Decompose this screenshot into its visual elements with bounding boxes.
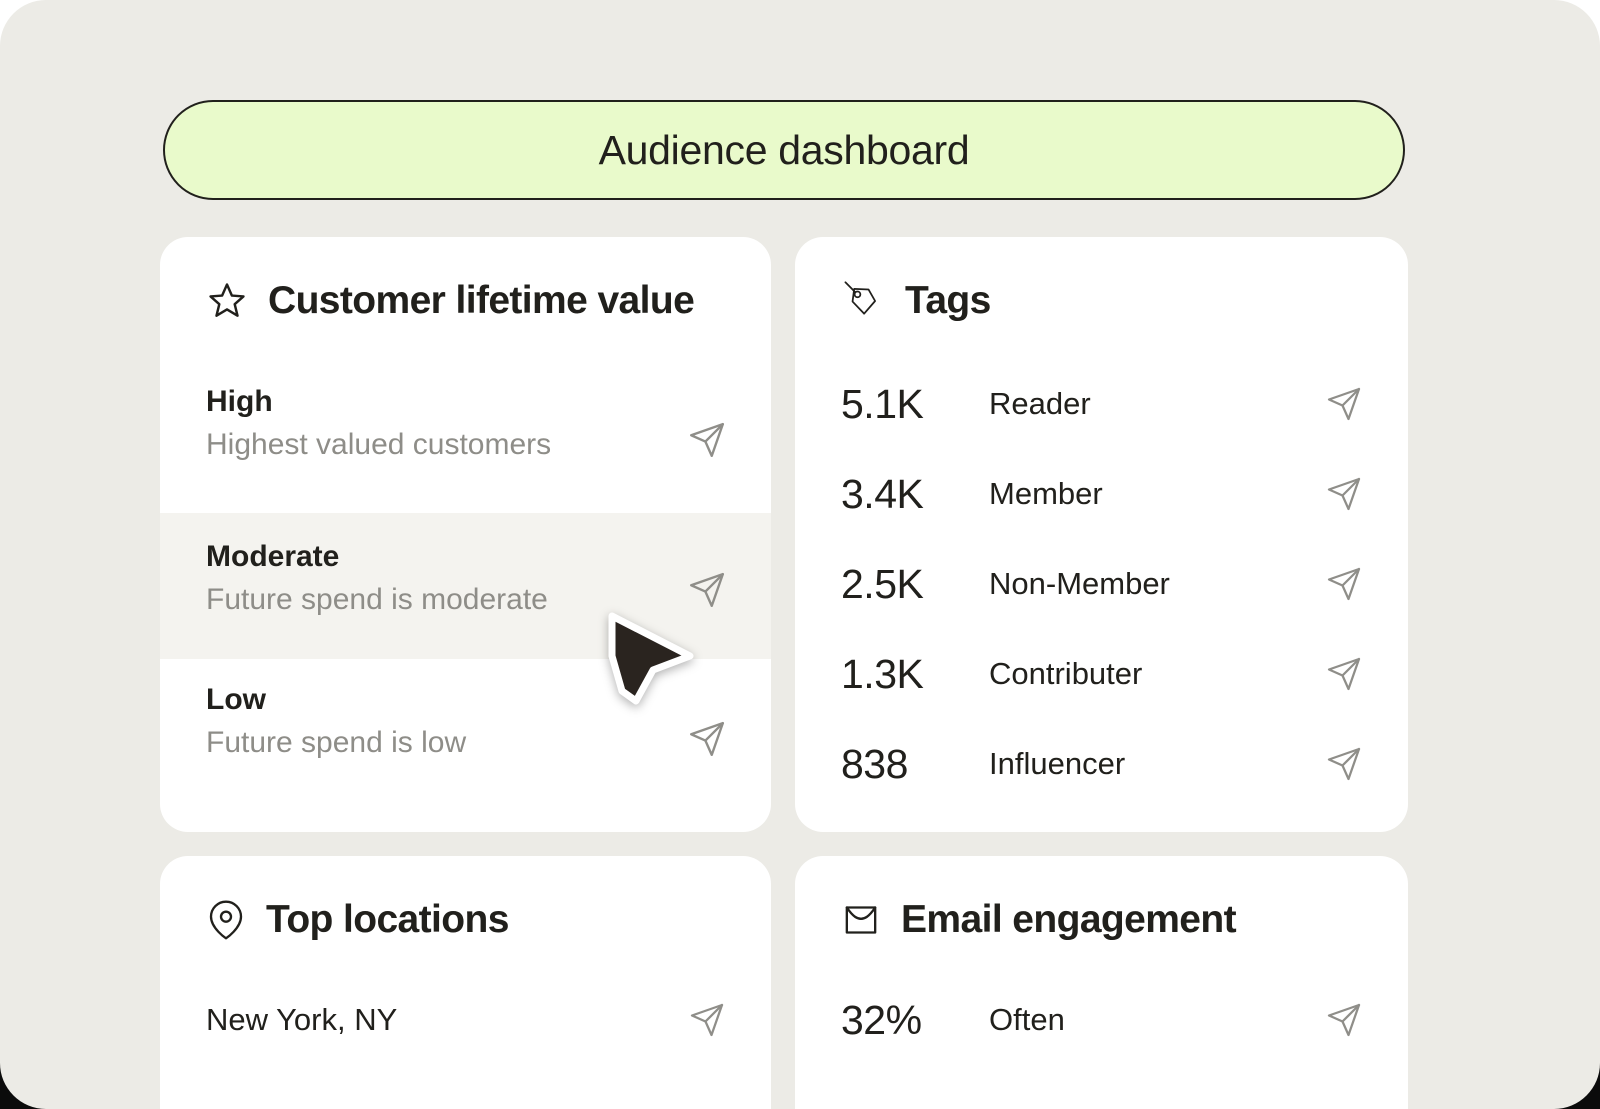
map-pin-icon [206, 900, 246, 940]
card-title: Email engagement [901, 898, 1236, 942]
send-button[interactable] [687, 1000, 727, 1040]
engagement-label: Often [989, 1002, 1065, 1038]
tag-label: Contributer [989, 656, 1142, 692]
tag-count: 838 [841, 741, 989, 788]
tag-row: 1.3K Contributer [841, 629, 1362, 719]
card-title: Customer lifetime value [268, 279, 694, 323]
send-icon [1326, 1002, 1362, 1038]
send-icon [1326, 746, 1362, 782]
location-row: New York, NY [206, 996, 725, 1044]
top-locations-card: Top locations New York, NY [160, 856, 771, 1109]
dashboard-title-pill: Audience dashboard [163, 100, 1405, 200]
send-icon [1326, 386, 1362, 422]
tag-count: 2.5K [841, 561, 989, 608]
tag-count: 3.4K [841, 471, 989, 518]
tag-row: 5.1K Reader [841, 359, 1362, 449]
location-label: New York, NY [206, 1002, 397, 1038]
send-icon [689, 1002, 725, 1038]
tag-row: 3.4K Member [841, 449, 1362, 539]
tag-label: Reader [989, 386, 1091, 422]
tag-list: 5.1K Reader 3.4K Member 2.5K Non-Member [841, 359, 1362, 809]
tag-label: Non-Member [989, 566, 1170, 602]
send-button[interactable] [1324, 384, 1364, 424]
email-engagement-card: Email engagement 32% Often [795, 856, 1408, 1109]
segment-name: High [206, 387, 725, 417]
send-icon [688, 421, 726, 459]
send-button[interactable] [687, 719, 727, 759]
segment-description: Future spend is low [206, 728, 725, 758]
tags-card: Tags 5.1K Reader 3.4K Member [795, 237, 1408, 832]
engagement-row: 32% Often [841, 996, 1362, 1044]
clv-row-high[interactable]: High Highest valued customers [206, 387, 725, 460]
send-button[interactable] [687, 420, 727, 460]
email-icon [841, 900, 881, 940]
card-title: Tags [905, 279, 991, 323]
page-title: Audience dashboard [599, 127, 970, 174]
send-button[interactable] [1324, 474, 1364, 514]
engagement-count: 32% [841, 997, 989, 1044]
tag-label: Member [989, 476, 1103, 512]
customer-lifetime-value-card: Customer lifetime value High Highest val… [160, 237, 771, 832]
send-icon [1326, 656, 1362, 692]
send-icon [1326, 566, 1362, 602]
card-header: Tags [841, 279, 991, 323]
dashboard-page: Audience dashboard Customer lifetime val… [0, 0, 1600, 1109]
tag-row: 838 Influencer [841, 719, 1362, 809]
tag-icon [841, 279, 885, 323]
star-icon [206, 280, 248, 322]
segment-description: Highest valued customers [206, 430, 725, 460]
mouse-cursor [595, 598, 711, 720]
send-button[interactable] [1324, 1000, 1364, 1040]
card-header: Customer lifetime value [206, 279, 694, 323]
send-icon [688, 720, 726, 758]
segment-name: Moderate [206, 542, 725, 572]
send-button[interactable] [1324, 564, 1364, 604]
tag-count: 5.1K [841, 381, 989, 428]
tag-row: 2.5K Non-Member [841, 539, 1362, 629]
card-title: Top locations [266, 898, 509, 942]
card-header: Top locations [206, 898, 509, 942]
tag-label: Influencer [989, 746, 1125, 782]
card-header: Email engagement [841, 898, 1236, 942]
send-button[interactable] [1324, 654, 1364, 694]
audience-dashboard-screen: Audience dashboard Customer lifetime val… [0, 0, 1600, 1109]
tag-count: 1.3K [841, 651, 989, 698]
send-button[interactable] [1324, 744, 1364, 784]
send-icon [1326, 476, 1362, 512]
